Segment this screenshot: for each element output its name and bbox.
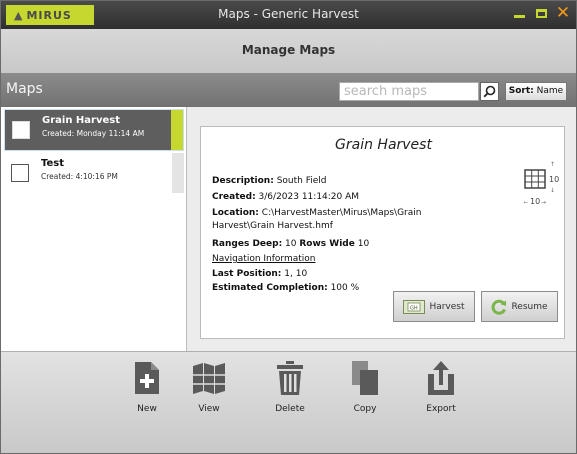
search-input[interactable]: search maps	[339, 82, 479, 101]
maps-toolbar: Maps search maps Sort: Name	[1, 73, 576, 107]
grid-rows-label: 10	[549, 175, 559, 184]
new-button[interactable]: New	[117, 360, 177, 414]
map-created: Created: Monday 11:14 AM	[42, 129, 145, 138]
map-list-item[interactable]: Grain Harvest Created: Monday 11:14 AM	[4, 109, 184, 151]
rows-value: 10	[357, 239, 370, 249]
maps-section-title: Maps	[6, 81, 43, 97]
location-label: Location:	[212, 208, 259, 218]
search-button[interactable]	[480, 82, 499, 101]
grid-cols-label: 10	[530, 197, 540, 206]
harvest-button[interactable]: GH Harvest	[393, 291, 475, 322]
copy-label: Copy	[353, 404, 377, 414]
trash-icon	[277, 361, 303, 395]
bottom-toolbar: New View Delete Copy Export	[1, 351, 576, 453]
page-title: Manage Maps	[241, 43, 336, 57]
export-icon	[428, 361, 454, 395]
harvest-icon: GH	[403, 299, 426, 314]
sort-value: Name	[536, 86, 564, 96]
delete-label: Delete	[275, 404, 305, 414]
created-value: 3/6/2023 11:14:20 AM	[258, 192, 360, 202]
sort-button[interactable]: Sort: Name	[505, 82, 567, 101]
map-created: Created: 4:10:16 PM	[41, 172, 118, 181]
copy-icon	[352, 361, 378, 395]
ranges-value: 10	[285, 239, 297, 249]
completion-row: Estimated Completion: 100 %	[212, 283, 359, 293]
svg-text:↓: ↓	[550, 187, 555, 194]
size-row: Ranges Deep: 10 Rows Wide 10	[212, 239, 369, 249]
last-position-value: 1, 10	[284, 269, 308, 279]
resume-icon	[492, 299, 507, 315]
export-button[interactable]: Export	[411, 360, 471, 414]
navigation-info-link[interactable]: Navigation Information	[212, 254, 316, 264]
map-checkbox[interactable]	[11, 164, 29, 182]
completion-label: Estimated Completion:	[212, 283, 328, 293]
map-name: Test	[41, 158, 65, 169]
delete-button[interactable]: Delete	[260, 360, 320, 414]
map-details-card: Grain Harvest Description: South Field C…	[200, 126, 565, 339]
view-label: View	[198, 404, 220, 414]
app-window: ▲ MIRUS Maps - Generic Harvest ✕ Manage …	[0, 0, 577, 454]
details-title: Grain Harvest	[335, 137, 432, 153]
rows-label: Rows Wide	[299, 239, 355, 249]
last-position-row: Last Position: 1, 10	[212, 269, 307, 279]
map-name: Grain Harvest	[42, 115, 120, 126]
map-icon	[193, 363, 225, 394]
maximize-icon	[535, 8, 547, 18]
sort-label: Sort:	[508, 86, 534, 96]
map-list-item[interactable]: Test Created: 4:10:16 PM	[4, 153, 184, 195]
last-position-label: Last Position:	[212, 269, 282, 279]
minimize-icon	[513, 14, 525, 18]
close-button[interactable]: ✕	[555, 3, 571, 23]
description-label: Description:	[212, 176, 274, 186]
copy-button[interactable]: Copy	[335, 360, 395, 414]
window-controls: ✕	[512, 3, 571, 23]
selection-indicator	[172, 153, 184, 193]
map-list: Grain Harvest Created: Monday 11:14 AM T…	[1, 107, 187, 351]
close-icon: ✕	[555, 3, 571, 23]
export-label: Export	[426, 404, 456, 414]
created-row: Created: 3/6/2023 11:14:20 AM	[212, 192, 359, 202]
resume-label: Resume	[511, 301, 548, 312]
svg-text:→: →	[541, 199, 546, 206]
title-bar: ▲ MIRUS Maps - Generic Harvest ✕	[1, 1, 576, 29]
window-title: Maps - Generic Harvest	[218, 7, 359, 21]
harvest-label: Harvest	[429, 301, 465, 312]
svg-text:GH: GH	[410, 305, 418, 311]
location-row: Location: C:\HarvestMaster\Mirus\Maps\Gr…	[212, 207, 484, 233]
details-panel: Grain Harvest Description: South Field C…	[188, 107, 576, 351]
minimize-button[interactable]	[512, 6, 526, 20]
svg-text:←: ←	[524, 199, 528, 206]
new-label: New	[137, 404, 157, 414]
selection-indicator	[171, 110, 183, 150]
view-button[interactable]: View	[179, 360, 239, 414]
completion-value: 100 %	[330, 283, 360, 293]
search-icon	[483, 85, 496, 98]
svg-text:↑: ↑	[550, 161, 555, 168]
ranges-label: Ranges Deep:	[212, 239, 283, 249]
resume-button[interactable]: Resume	[481, 291, 558, 322]
map-checkbox[interactable]	[12, 121, 30, 139]
created-label: Created:	[212, 192, 256, 202]
description-value: South Field	[276, 176, 327, 186]
maximize-button[interactable]	[534, 6, 548, 20]
new-document-icon	[135, 362, 159, 394]
grid-size-icon: ↑ 10 ↓ ← 10 →	[524, 161, 559, 206]
description-row: Description: South Field	[212, 176, 326, 186]
page-header: Manage Maps	[1, 29, 576, 73]
